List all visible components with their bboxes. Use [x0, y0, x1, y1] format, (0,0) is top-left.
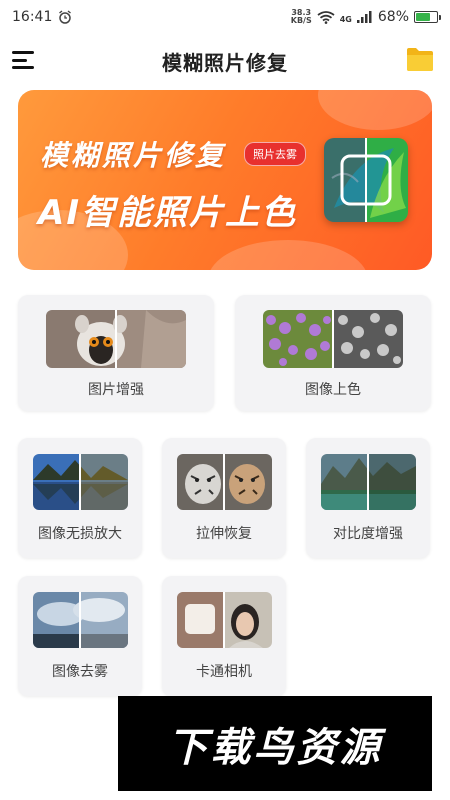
feature-label-upscale: 图像无损放大 — [38, 526, 122, 542]
feature-card-cartoon[interactable]: 卡通相机 — [162, 576, 286, 696]
watermark-text: 下载鸟资源 — [167, 724, 383, 771]
app-header: 模糊照片修复 — [0, 40, 450, 82]
tiger-thumbnail — [177, 454, 272, 510]
banner-subtitle: AI智能照片上色 — [38, 193, 297, 233]
network-speed-unit: KB/S — [290, 16, 312, 25]
wifi-icon — [317, 11, 335, 24]
feature-card-upscale[interactable]: 图像无损放大 — [18, 438, 142, 558]
network-type: 4G — [339, 15, 352, 24]
portrait-thumbnail — [177, 592, 272, 648]
feature-card-dehaze[interactable]: 图像去雾 — [18, 576, 142, 696]
folder-icon[interactable] — [406, 46, 434, 72]
mountain-lake-thumbnail — [321, 454, 416, 510]
banner-title: 模糊照片修复 — [40, 139, 227, 172]
feature-label-stretch-restore: 拉伸恢复 — [196, 526, 252, 542]
feature-label-dehaze: 图像去雾 — [52, 664, 108, 680]
battery-level — [416, 13, 430, 21]
status-time: 16:41 — [12, 9, 53, 25]
feature-label-cartoon: 卡通相机 — [196, 664, 252, 680]
feature-card-stretch-restore[interactable]: 拉伸恢复 — [162, 438, 286, 558]
sky-thumbnail — [33, 592, 128, 648]
promo-banner[interactable]: 模糊照片修复 照片去雾 AI智能照片上色 — [18, 90, 432, 270]
banner-cloud-decoration — [318, 90, 432, 130]
watermark-overlay: 下载鸟资源 — [118, 696, 432, 791]
feature-card-colorize[interactable]: 图像上色 — [235, 295, 431, 411]
flowers-thumbnail — [263, 310, 403, 368]
banner-feather-image — [324, 138, 408, 222]
feature-label-colorize: 图像上色 — [305, 382, 361, 398]
banner-cloud-decoration — [208, 240, 368, 270]
battery-percent: 68% — [377, 9, 409, 25]
menu-icon[interactable] — [12, 50, 34, 70]
feature-label-contrast: 对比度增强 — [333, 526, 403, 542]
alarm-icon — [59, 10, 72, 24]
status-bar: 16:41 38.3 KB/S 4G 68% — [0, 0, 450, 34]
signal-icon — [356, 11, 372, 23]
lemur-thumbnail — [46, 310, 186, 368]
banner-badge: 照片去雾 — [244, 142, 306, 166]
feature-label-enhance: 图片增强 — [88, 382, 144, 398]
battery-icon — [414, 11, 441, 23]
feature-card-contrast[interactable]: 对比度增强 — [306, 438, 430, 558]
lake-thumbnail — [33, 454, 128, 510]
network-speed: 38.3 KB/S — [291, 9, 312, 25]
page-title: 模糊照片修复 — [162, 50, 288, 75]
feature-card-enhance[interactable]: 图片增强 — [18, 295, 214, 411]
